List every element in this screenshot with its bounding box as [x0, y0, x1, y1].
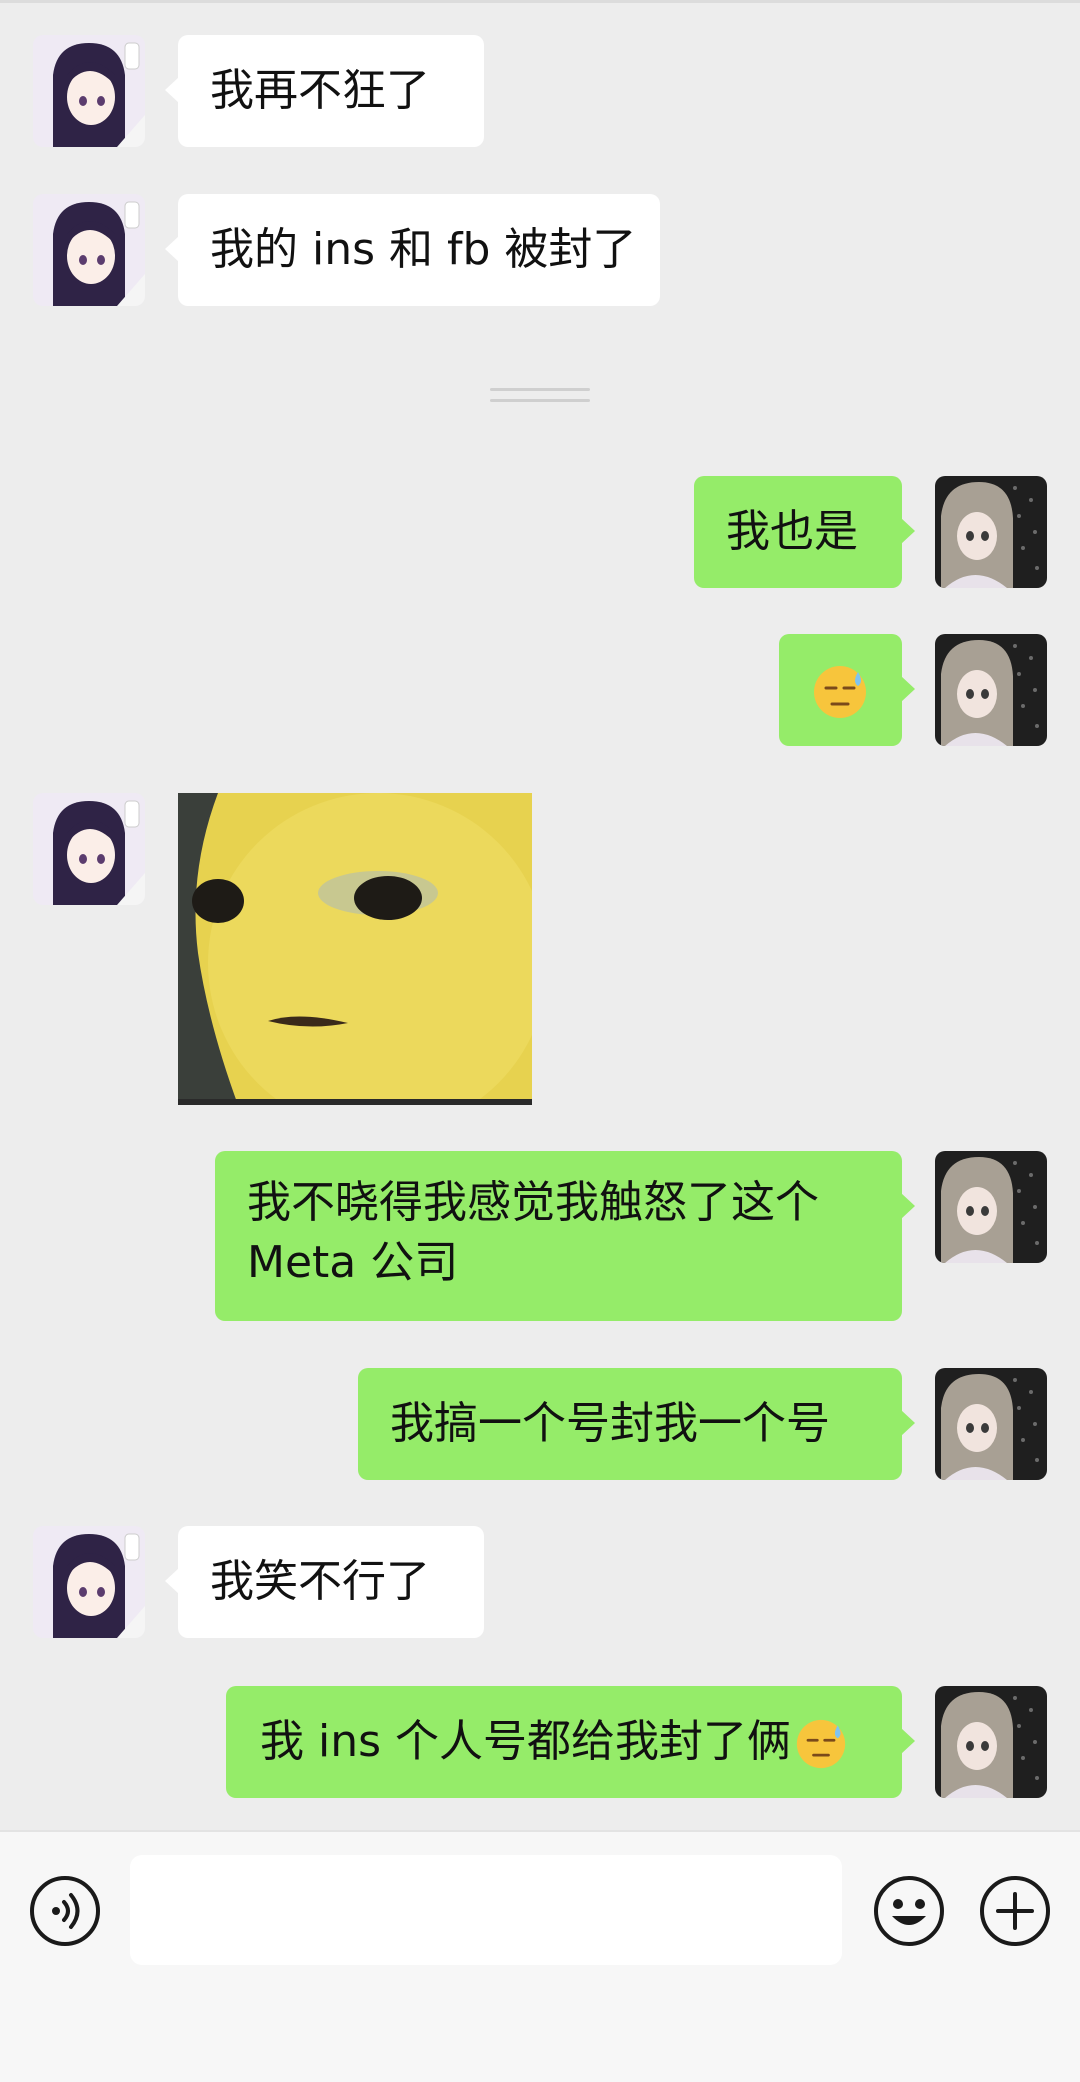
- message-input[interactable]: [130, 1855, 842, 1965]
- message-text: 我 ins 个人号都给我封了俩: [260, 1716, 792, 1767]
- message-text: 我再不狂了: [210, 65, 430, 116]
- sweat-smile-emoji: [814, 666, 866, 718]
- message-text: 我的 ins 和 fb 被封了: [210, 224, 637, 275]
- message-bubble-outgoing[interactable]: [779, 634, 915, 746]
- plus-icon[interactable]: [978, 1874, 1052, 1948]
- chat-area[interactable]: 我再不狂了 我的 ins 和 fb 被封了 我也是 我不晓得我感觉我触怒了这个 …: [0, 0, 1080, 1830]
- my-avatar[interactable]: [935, 1368, 1047, 1480]
- my-avatar[interactable]: [935, 476, 1047, 588]
- sweat-smile-emoji: [796, 1719, 846, 1769]
- voice-icon[interactable]: [28, 1874, 102, 1948]
- my-avatar[interactable]: [935, 634, 1047, 746]
- contact-avatar[interactable]: [33, 793, 145, 905]
- contact-avatar[interactable]: [33, 194, 145, 306]
- message-text: 我搞一个号封我一个号: [390, 1398, 830, 1449]
- my-avatar[interactable]: [935, 1151, 1047, 1263]
- emoji-face-icon[interactable]: [872, 1874, 946, 1948]
- message-bubble-outgoing[interactable]: 我搞一个号封我一个号: [358, 1368, 915, 1480]
- message-text: 我也是: [726, 506, 858, 557]
- contact-avatar[interactable]: [33, 1526, 145, 1638]
- message-bubble-outgoing[interactable]: 我也是: [694, 476, 915, 588]
- my-avatar[interactable]: [935, 1686, 1047, 1798]
- sad-yellow-creature-sticker[interactable]: [178, 793, 532, 1105]
- message-bubble-outgoing[interactable]: 我 ins 个人号都给我封了俩: [226, 1686, 915, 1798]
- message-bubble-outgoing[interactable]: 我不晓得我感觉我触怒了这个 Meta 公司: [215, 1151, 915, 1321]
- contact-avatar[interactable]: [33, 35, 145, 147]
- message-bubble-incoming[interactable]: 我再不狂了: [165, 35, 484, 147]
- message-bubble-incoming[interactable]: 我的 ins 和 fb 被封了: [165, 194, 660, 306]
- input-bar: [0, 1830, 1080, 2082]
- message-text: 我笑不行了: [210, 1556, 430, 1607]
- message-text: 我不晓得我感觉我触怒了这个 Meta 公司: [247, 1177, 819, 1288]
- message-bubble-incoming[interactable]: 我笑不行了: [165, 1526, 484, 1638]
- timestamp-divider: [490, 388, 590, 410]
